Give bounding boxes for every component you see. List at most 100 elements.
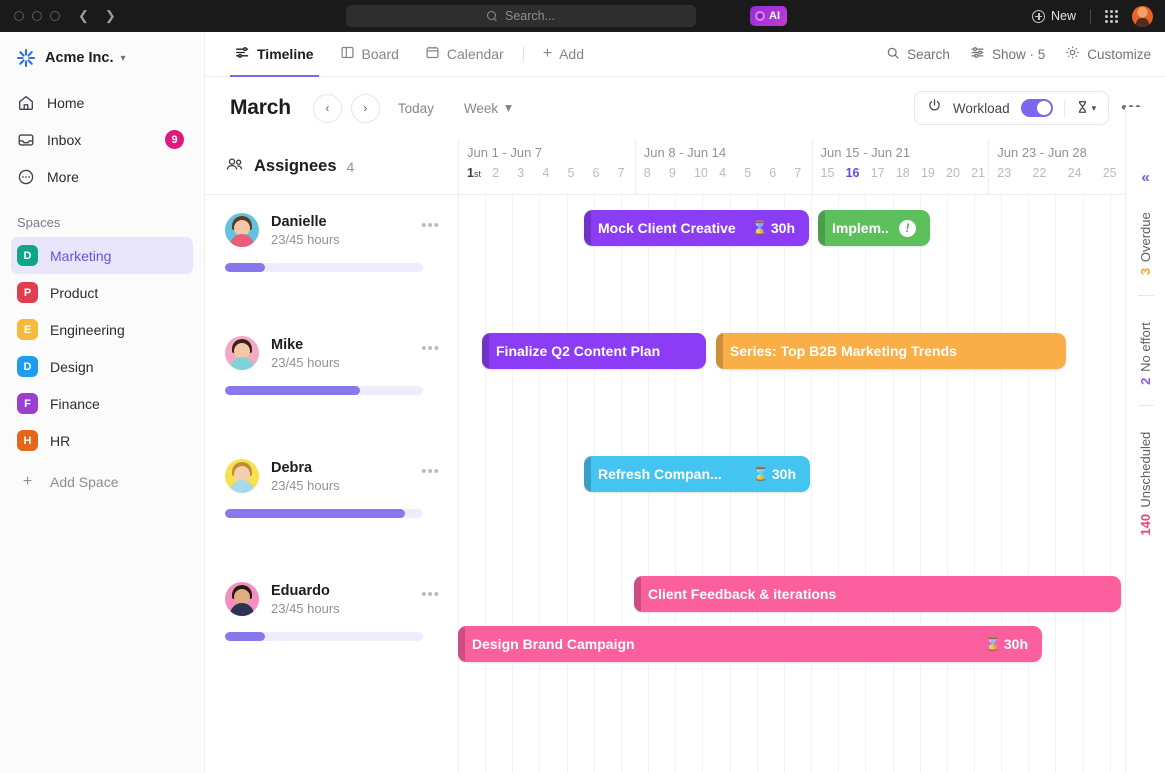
view-search-button[interactable]: Search (886, 46, 950, 63)
day-tick[interactable]: 21 (963, 166, 988, 180)
workload-toggle[interactable] (1021, 99, 1053, 117)
day-tick[interactable]: 10 (686, 166, 711, 180)
tab-calendar[interactable]: Calendar (412, 32, 517, 77)
tab-add-view[interactable]: + Add (530, 32, 597, 77)
day-tick[interactable]: 7 (786, 166, 811, 180)
rail-group-overdue[interactable]: 3 Overdue (1138, 212, 1153, 275)
day-tick-today[interactable]: 16 (838, 166, 863, 180)
day-tick[interactable]: 5 (736, 166, 761, 180)
sidebar-item-inbox[interactable]: Inbox 9 (0, 121, 204, 158)
user-avatar[interactable] (1132, 6, 1153, 27)
rail-group-no-effort[interactable]: 2 No effort (1138, 322, 1153, 385)
sidebar-item-finance[interactable]: F Finance (11, 385, 193, 422)
tab-board[interactable]: Board (327, 32, 412, 77)
task-bar[interactable]: Finalize Q2 Content Plan (482, 333, 706, 369)
assignee-row[interactable]: Mike 23/45 hours ••• (205, 318, 458, 441)
day-tick[interactable]: 18 (888, 166, 913, 180)
day-tick[interactable]: 19 (913, 166, 938, 180)
maximize-window-button[interactable] (50, 11, 60, 21)
ai-button[interactable]: AI (750, 6, 787, 26)
day-tick[interactable]: 24 (1060, 166, 1095, 180)
task-bar[interactable]: Client Feedback & iterations (634, 576, 1121, 612)
day-tick[interactable]: 22 (1024, 166, 1059, 180)
close-window-button[interactable] (14, 11, 24, 21)
history-nav[interactable]: ❮ ❯ (78, 8, 116, 24)
minimize-window-button[interactable] (32, 11, 42, 21)
rail-count: 2 (1138, 378, 1153, 385)
assignee-row[interactable]: Eduardo 23/45 hours ••• (205, 564, 458, 687)
sidebar-item-hr[interactable]: H HR (11, 422, 193, 459)
new-button[interactable]: New (1032, 9, 1076, 23)
ai-ring-icon (755, 11, 765, 21)
task-bar[interactable]: Refresh Compan... ⌛ 30h (584, 456, 810, 492)
sidebar-item-engineering[interactable]: E Engineering (11, 311, 193, 348)
collapse-rail-button[interactable]: « (1141, 169, 1149, 186)
sidebar-item-home[interactable]: Home (0, 84, 204, 121)
task-title: Mock Client Creative (598, 220, 736, 236)
add-space-button[interactable]: + Add Space (11, 463, 193, 500)
apps-grid-icon[interactable] (1105, 10, 1118, 23)
forward-arrow-icon[interactable]: ❯ (105, 8, 116, 24)
task-bar[interactable]: Implem.. ! (818, 210, 930, 246)
day-tick[interactable]: 5 (559, 166, 584, 180)
bar-resize-handle[interactable] (818, 210, 825, 246)
sidebar-item-more[interactable]: More (0, 158, 204, 195)
bar-resize-handle[interactable] (482, 333, 489, 369)
bar-resize-handle[interactable] (584, 456, 591, 492)
day-tick[interactable]: 6 (585, 166, 610, 180)
hourglass-icon (1076, 100, 1089, 117)
workspace-logo-icon (16, 48, 36, 68)
assignee-row-menu[interactable]: ••• (421, 217, 440, 234)
today-button[interactable]: Today (398, 101, 434, 116)
day-tick[interactable]: 1st (459, 166, 484, 180)
assignee-row[interactable]: Debra 23/45 hours ••• (205, 441, 458, 564)
workload-control[interactable]: Workload ▾ (914, 91, 1109, 125)
search-input[interactable]: Search... (346, 5, 696, 27)
day-tick[interactable]: 4 (711, 166, 736, 180)
day-tick[interactable]: 20 (938, 166, 963, 180)
day-tick[interactable]: 15 (813, 166, 838, 180)
bar-resize-handle[interactable] (716, 333, 723, 369)
chevron-down-icon: ▾ (121, 53, 126, 64)
workspace-selector[interactable]: Acme Inc. ▾ (0, 32, 204, 84)
right-rail: « 3 Overdue 2 No effort 140 Unscheduled (1125, 107, 1165, 773)
sidebar-item-design[interactable]: D Design (11, 348, 193, 385)
rail-group-unscheduled[interactable]: 140 Unscheduled (1138, 432, 1153, 536)
day-tick[interactable]: 8 (636, 166, 661, 180)
assignee-row-menu[interactable]: ••• (421, 340, 440, 357)
assignee-row-menu[interactable]: ••• (421, 586, 440, 603)
assignees-header[interactable]: Assignees 4 (205, 139, 459, 194)
show-filter-button[interactable]: Show · 5 (970, 45, 1045, 63)
customize-button[interactable]: Customize (1065, 45, 1151, 63)
tab-timeline[interactable]: Timeline (222, 32, 327, 77)
assignee-row[interactable]: Danielle 23/45 hours ••• (205, 195, 458, 318)
timeline-header: Assignees 4 Jun 1 - Jun 7 1st 2 3 4 5 6 … (205, 139, 1165, 195)
space-avatar: H (17, 430, 38, 451)
assignee-row-menu[interactable]: ••• (421, 463, 440, 480)
effort-unit-dropdown[interactable]: ▾ (1076, 100, 1097, 117)
prev-period-button[interactable]: ‹ (313, 94, 342, 123)
bar-resize-handle[interactable] (634, 576, 641, 612)
space-avatar: D (17, 245, 38, 266)
window-traffic-lights[interactable] (14, 11, 60, 21)
task-bar[interactable]: Mock Client Creative ⌛ 30h (584, 210, 809, 246)
day-tick[interactable]: 23 (989, 166, 1024, 180)
task-bar[interactable]: Series: Top B2B Marketing Trends (716, 333, 1066, 369)
day-tick[interactable]: 4 (534, 166, 559, 180)
back-arrow-icon[interactable]: ❮ (78, 8, 89, 24)
sidebar-item-marketing[interactable]: D Marketing (11, 237, 193, 274)
day-tick[interactable]: 9 (661, 166, 686, 180)
zoom-level-select[interactable]: Week ▾ (464, 100, 512, 116)
timeline-grid[interactable]: Mock Client Creative ⌛ 30h Implem.. ! Fi… (459, 195, 1165, 773)
day-tick[interactable]: 7 (610, 166, 635, 180)
day-tick[interactable]: 2 (484, 166, 509, 180)
sidebar-item-product[interactable]: P Product (11, 274, 193, 311)
day-tick[interactable]: 3 (509, 166, 534, 180)
bar-resize-handle[interactable] (584, 210, 591, 246)
next-period-button[interactable]: › (351, 94, 380, 123)
task-bar[interactable]: Design Brand Campaign ⌛ 30h (458, 626, 1042, 662)
day-tick[interactable]: 17 (863, 166, 888, 180)
day-tick[interactable]: 6 (761, 166, 786, 180)
global-search[interactable]: Search... (346, 5, 696, 27)
bar-resize-handle[interactable] (458, 626, 465, 662)
